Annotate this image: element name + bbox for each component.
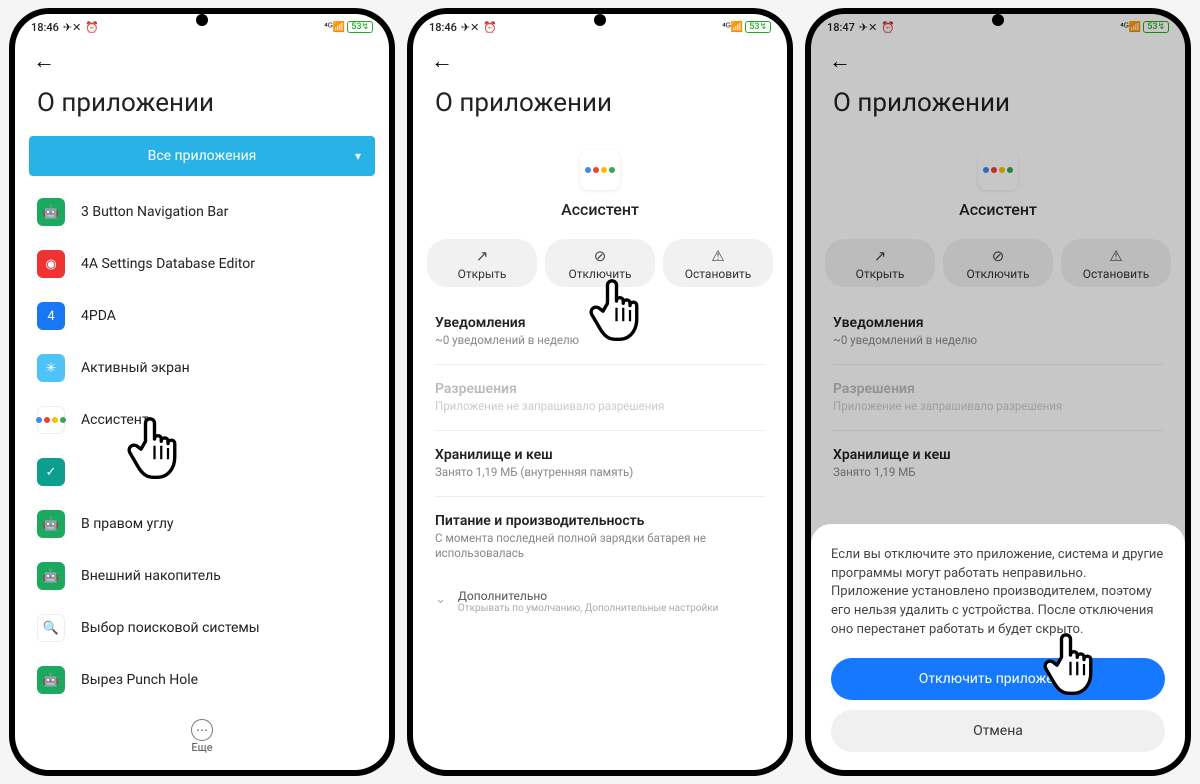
setting-title: Питание и производительность bbox=[435, 513, 765, 529]
setting-title: Уведомления bbox=[435, 315, 765, 331]
assistant-icon bbox=[37, 406, 65, 434]
app-row-corner[interactable]: 🤖 В правом углу bbox=[23, 498, 381, 550]
setting-storage[interactable]: Хранилище и кеш Занято 1,19 МБ (внутренн… bbox=[435, 435, 765, 492]
clock: 18:46 bbox=[429, 21, 457, 34]
cancel-label: Отмена bbox=[973, 723, 1023, 739]
extra-subtitle: Открывать по умолчанию, Дополнительные н… bbox=[458, 603, 719, 614]
signal-icon: ⁴ᴳ📶 bbox=[324, 22, 345, 33]
disable-app-label: Отключить приложение bbox=[919, 671, 1078, 687]
app-row-4a[interactable]: ◉ 4A Settings Database Editor bbox=[23, 238, 381, 290]
page-title: О приложении bbox=[413, 74, 787, 136]
app-label: Внешний накопитель bbox=[81, 568, 221, 584]
vibrate-icon: ✈✕ bbox=[63, 21, 81, 34]
app-icon: 🤖 bbox=[37, 562, 65, 590]
app-icon: 🤖 bbox=[37, 198, 65, 226]
app-list: 🤖 3 Button Navigation Bar ◉ 4A Settings … bbox=[15, 186, 389, 706]
app-icon: 🤖 bbox=[37, 510, 65, 538]
setting-power[interactable]: Питание и производительность С момента п… bbox=[435, 501, 765, 573]
filter-label: Все приложения bbox=[148, 148, 257, 164]
battery-icon: 53↯ bbox=[745, 21, 771, 33]
setting-subtitle: Приложение не запрашивало разрешения bbox=[435, 399, 765, 414]
app-hero: Ассистент bbox=[413, 136, 787, 229]
signal-icon: ⁴ᴳ📶 bbox=[722, 22, 743, 33]
more-label: Еще bbox=[15, 741, 389, 754]
camera-notch bbox=[992, 14, 1004, 26]
chevron-down-icon: ▾ bbox=[355, 149, 361, 163]
modal-text: Если вы отключите это приложение, систем… bbox=[831, 546, 1165, 640]
open-label: Открыть bbox=[458, 267, 507, 281]
divider bbox=[435, 496, 765, 497]
camera-notch bbox=[594, 14, 606, 26]
warning-icon: ⚠ bbox=[667, 247, 769, 265]
app-icon: 🤖 bbox=[37, 666, 65, 694]
setting-title: Разрешения bbox=[435, 381, 765, 397]
extra-title: Дополнительно bbox=[458, 589, 719, 603]
app-row-blank[interactable]: ✓ bbox=[23, 446, 381, 498]
disable-icon: ⊘ bbox=[549, 247, 651, 265]
more-icon: ⋯ bbox=[191, 719, 213, 741]
page-title: О приложении bbox=[15, 74, 389, 136]
app-row-external-storage[interactable]: 🤖 Внешний накопитель bbox=[23, 550, 381, 602]
back-button[interactable]: ← bbox=[413, 40, 787, 74]
app-icon: ✳ bbox=[37, 354, 65, 382]
settings-list: Уведомления ~0 уведомлений в неделю Разр… bbox=[413, 297, 787, 579]
app-label: В правом углу bbox=[81, 516, 174, 532]
action-row: ↗ Открыть ⊘ Отключить ⚠ Остановить bbox=[413, 229, 787, 297]
app-label: Ассистент bbox=[81, 412, 149, 428]
app-label: Вырез Punch Hole bbox=[81, 672, 198, 688]
setting-permissions: Разрешения Приложение не запрашивало раз… bbox=[435, 369, 765, 426]
chevron-down-icon: ⌄ bbox=[435, 592, 446, 607]
camera-notch bbox=[196, 14, 208, 26]
setting-subtitle: С момента последней полной зарядки батар… bbox=[435, 531, 765, 561]
cancel-button[interactable]: Отмена bbox=[831, 710, 1165, 752]
battery-icon: 53↯ bbox=[347, 21, 373, 33]
app-label: 4PDA bbox=[81, 308, 116, 324]
vibrate-icon: ✈✕ bbox=[461, 21, 479, 34]
setting-title: Хранилище и кеш bbox=[435, 447, 765, 463]
setting-subtitle: ~0 уведомлений в неделю bbox=[435, 333, 765, 348]
disable-app-button[interactable]: Отключить приложение bbox=[831, 658, 1165, 700]
app-label: 4A Settings Database Editor bbox=[81, 256, 255, 272]
disable-button[interactable]: ⊘ Отключить bbox=[545, 239, 655, 287]
stop-label: Остановить bbox=[685, 267, 752, 281]
app-icon: ✓ bbox=[37, 458, 65, 486]
phone-1: 18:46 ✈✕ ⏰ ⁴ᴳ📶 53↯ ← О приложении Все пр… bbox=[9, 8, 395, 776]
more-button[interactable]: ⋯ Еще bbox=[15, 719, 389, 754]
open-icon: ↗ bbox=[431, 247, 533, 265]
app-row-search-engine[interactable]: 🔍 Выбор поисковой системы bbox=[23, 602, 381, 654]
filter-all-apps[interactable]: Все приложения ▾ bbox=[29, 136, 375, 176]
app-label: 3 Button Navigation Bar bbox=[81, 204, 228, 220]
assistant-icon bbox=[580, 150, 620, 190]
disable-confirm-modal: Если вы отключите это приложение, систем… bbox=[811, 524, 1185, 770]
clock: 18:46 bbox=[31, 21, 59, 34]
app-row-3button[interactable]: 🤖 3 Button Navigation Bar bbox=[23, 186, 381, 238]
app-name: Ассистент bbox=[413, 200, 787, 219]
search-icon: 🔍 bbox=[37, 614, 65, 642]
open-button[interactable]: ↗ Открыть bbox=[427, 239, 537, 287]
setting-notifications[interactable]: Уведомления ~0 уведомлений в неделю bbox=[435, 303, 765, 360]
setting-subtitle: Занято 1,19 МБ (внутренняя память) bbox=[435, 465, 765, 480]
back-button[interactable]: ← bbox=[15, 40, 389, 74]
alarm-icon: ⏰ bbox=[483, 21, 497, 34]
app-icon: 4 bbox=[37, 302, 65, 330]
app-row-4pda[interactable]: 4 4PDA bbox=[23, 290, 381, 342]
divider bbox=[435, 364, 765, 365]
setting-extra[interactable]: ⌄ Дополнительно Открывать по умолчанию, … bbox=[413, 579, 787, 624]
app-row-assistant[interactable]: Ассистент bbox=[23, 394, 381, 446]
app-row-active-screen[interactable]: ✳ Активный экран bbox=[23, 342, 381, 394]
phone-3: 18:47 ✈✕ ⏰ ⁴ᴳ📶 53↯ ← О приложении Ассист… bbox=[805, 8, 1191, 776]
app-icon: ◉ bbox=[37, 250, 65, 278]
phone-2: 18:46 ✈✕ ⏰ ⁴ᴳ📶 53↯ ← О приложении Ассист… bbox=[407, 8, 793, 776]
app-label: Выбор поисковой системы bbox=[81, 620, 260, 636]
app-row-punchhole[interactable]: 🤖 Вырез Punch Hole bbox=[23, 654, 381, 706]
app-label: Активный экран bbox=[81, 360, 190, 376]
stop-button[interactable]: ⚠ Остановить bbox=[663, 239, 773, 287]
alarm-icon: ⏰ bbox=[85, 21, 99, 34]
divider bbox=[435, 430, 765, 431]
disable-label: Отключить bbox=[569, 267, 632, 281]
